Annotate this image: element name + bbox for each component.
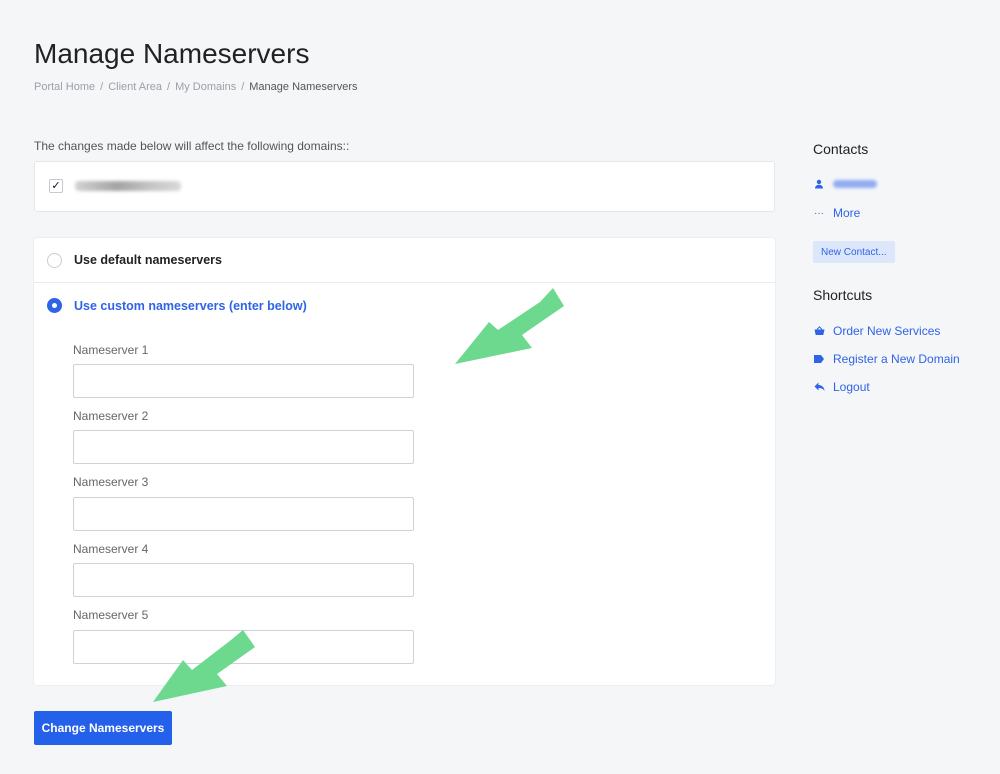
default-nameservers-label: Use default nameservers (74, 253, 222, 267)
nameserver-1-input[interactable] (73, 364, 414, 398)
breadcrumb-current: Manage Nameservers (249, 81, 358, 93)
nameserver-2-input[interactable] (73, 430, 414, 464)
nameserver-2-label: Nameserver 2 (73, 409, 149, 423)
shortcuts-heading: Shortcuts (813, 287, 873, 303)
nameserver-3-label: Nameserver 3 (73, 475, 149, 489)
affected-domains-notice: The changes made below will affect the f… (34, 139, 350, 153)
breadcrumb-separator: / (241, 81, 245, 93)
user-icon (813, 179, 825, 189)
logout-icon (813, 382, 825, 392)
nameserver-5-label: Nameserver 5 (73, 608, 149, 622)
domain-list: ✓ (34, 161, 775, 212)
breadcrumb-portal-home[interactable]: Portal Home (34, 81, 95, 93)
change-nameservers-button[interactable]: Change Nameservers (34, 711, 172, 745)
breadcrumb-my-domains[interactable]: My Domains (175, 81, 236, 93)
shortcut-register-domain[interactable]: Register a New Domain (813, 352, 960, 366)
more-label: More (833, 206, 861, 220)
nameserver-options-card: Use default nameservers Use custom names… (34, 238, 775, 685)
nameserver-4-input[interactable] (73, 563, 414, 597)
custom-nameservers-option[interactable]: Use custom nameservers (enter below) (34, 283, 775, 328)
breadcrumb-separator: / (100, 81, 104, 93)
new-contact-button[interactable]: New Contact... (813, 241, 895, 263)
shortcut-label: Order New Services (833, 324, 941, 338)
custom-nameservers-label: Use custom nameservers (enter below) (74, 298, 307, 313)
nameserver-4-label: Nameserver 4 (73, 542, 149, 556)
tag-icon (813, 355, 825, 363)
shortcut-label: Register a New Domain (833, 352, 960, 366)
custom-nameservers-radio[interactable] (47, 298, 62, 313)
breadcrumb: Portal Home / Client Area / My Domains /… (34, 81, 357, 93)
breadcrumb-separator: / (167, 81, 171, 93)
contact-item[interactable] (813, 179, 877, 189)
nameserver-3-input[interactable] (73, 497, 414, 531)
default-nameservers-radio[interactable] (47, 252, 62, 268)
shortcut-order-new-services[interactable]: Order New Services (813, 324, 940, 338)
ellipsis-icon: ··· (814, 207, 824, 219)
domain-checkbox[interactable]: ✓ (49, 179, 63, 193)
contacts-more-link[interactable]: ··· More (813, 206, 860, 220)
shortcut-label: Logout (833, 380, 870, 394)
page-title: Manage Nameservers (34, 38, 310, 69)
shortcut-logout[interactable]: Logout (813, 380, 870, 394)
contact-name-redacted (833, 180, 877, 188)
nameserver-1-label: Nameserver 1 (73, 343, 149, 357)
contacts-heading: Contacts (813, 141, 869, 157)
domain-name-redacted (75, 181, 181, 191)
nameserver-5-input[interactable] (73, 630, 414, 664)
breadcrumb-client-area[interactable]: Client Area (108, 81, 162, 93)
basket-icon (813, 326, 825, 336)
default-nameservers-option[interactable]: Use default nameservers (34, 238, 775, 283)
